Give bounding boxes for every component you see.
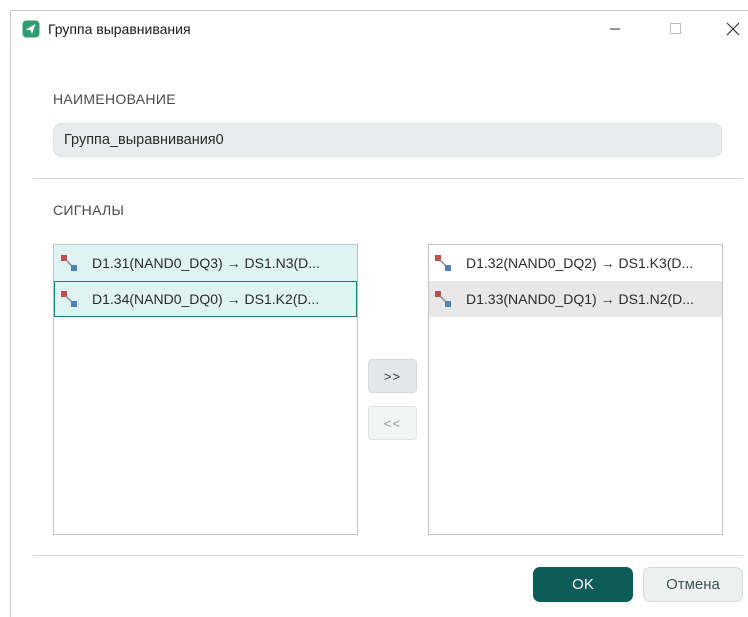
add-to-group-button[interactable]: >> [368, 359, 417, 393]
list-item[interactable]: D1.34(NAND0_DQ0) → DS1.K2(D... [54, 281, 357, 317]
cancel-button[interactable]: Отмена [643, 567, 743, 602]
signal-label: D1.33(NAND0_DQ1) → DS1.N2(D... [466, 291, 694, 307]
remove-from-group-button[interactable]: << [368, 406, 417, 440]
window-title: Группа выравнивания [48, 21, 191, 37]
list-item[interactable]: D1.33(NAND0_DQ1) → DS1.N2(D... [429, 281, 722, 317]
group-signals-list[interactable]: D1.32(NAND0_DQ2) → DS1.K3(D... D1.33(NAN… [428, 244, 723, 535]
close-icon [726, 22, 740, 36]
divider [33, 555, 743, 556]
divider [33, 178, 743, 179]
name-section-label: НАИМЕНОВАНИЕ [53, 91, 176, 107]
signal-icon [61, 291, 77, 307]
signal-icon [435, 291, 451, 307]
signal-label: D1.34(NAND0_DQ0) → DS1.K2(D... [92, 291, 320, 307]
close-button[interactable] [719, 17, 747, 41]
dialog-window: Группа выравнивания НАИМЕНОВАНИЕ СИГНАЛЫ [10, 10, 748, 617]
signal-label: D1.32(NAND0_DQ2) → DS1.K3(D... [466, 255, 694, 271]
signal-icon [435, 255, 451, 271]
app-logo-icon [22, 20, 40, 38]
maximize-icon [670, 23, 681, 34]
signals-section-label: СИГНАЛЫ [53, 202, 125, 218]
list-item[interactable]: D1.31(NAND0_DQ3) → DS1.N3(D... [54, 245, 357, 281]
group-name-input[interactable] [53, 123, 722, 157]
maximize-button[interactable] [661, 17, 689, 41]
list-item[interactable]: D1.32(NAND0_DQ2) → DS1.K3(D... [429, 245, 722, 281]
minimize-icon [610, 28, 620, 30]
available-signals-list[interactable]: D1.31(NAND0_DQ3) → DS1.N3(D... D1.34(NAN… [53, 244, 358, 535]
signal-icon [61, 255, 77, 271]
signal-label: D1.31(NAND0_DQ3) → DS1.N3(D... [92, 255, 320, 271]
minimize-button[interactable] [601, 17, 629, 41]
ok-button[interactable]: OK [533, 567, 633, 602]
title-bar[interactable]: Группа выравнивания [11, 11, 748, 47]
